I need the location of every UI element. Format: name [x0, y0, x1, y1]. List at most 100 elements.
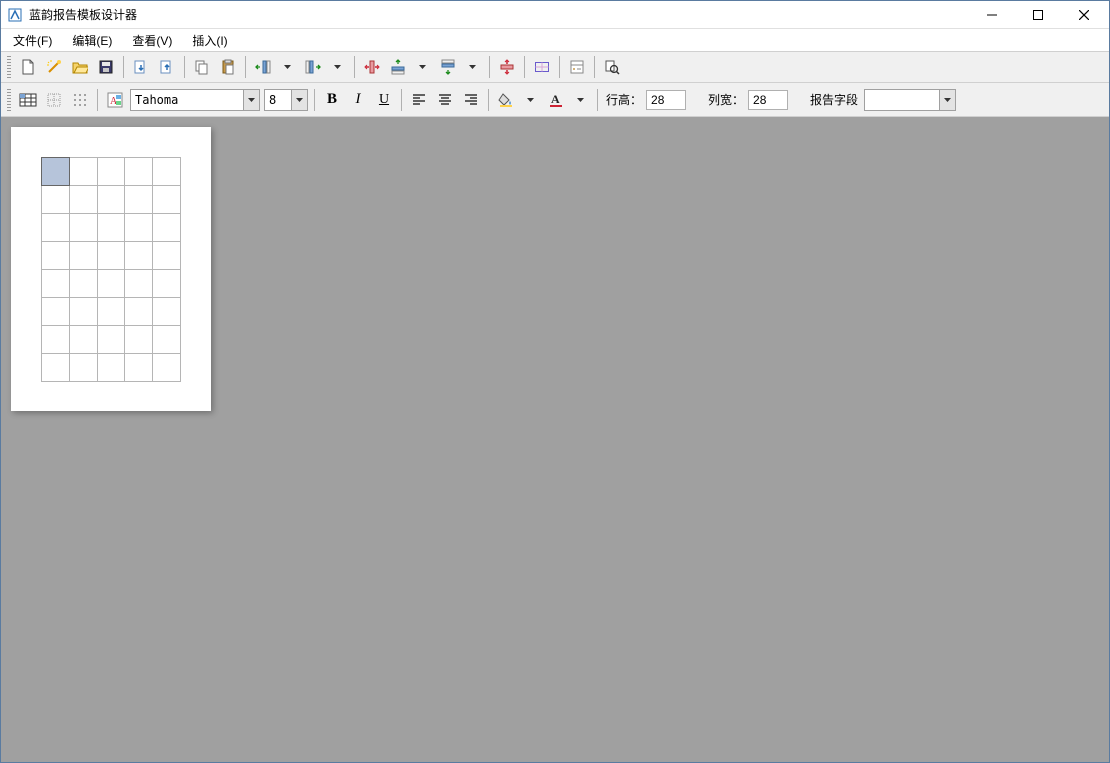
- grid-cell[interactable]: [125, 298, 153, 326]
- cell-format-button[interactable]: [16, 88, 40, 112]
- grid-cell[interactable]: [125, 354, 153, 382]
- menu-edit[interactable]: 编辑(E): [66, 30, 118, 51]
- insert-row-below-dropdown[interactable]: [460, 55, 484, 79]
- grid-cell[interactable]: [153, 270, 181, 298]
- save-button[interactable]: [94, 55, 118, 79]
- insert-row-below-button[interactable]: [436, 55, 460, 79]
- print-preview-button[interactable]: [600, 55, 624, 79]
- copy-button[interactable]: [190, 55, 214, 79]
- separator: [524, 56, 525, 78]
- fill-color-button[interactable]: [494, 88, 518, 112]
- col-width-value: 28: [753, 93, 766, 107]
- report-page[interactable]: [11, 127, 211, 411]
- underline-button[interactable]: U: [372, 88, 396, 112]
- grid-cell[interactable]: [69, 242, 97, 270]
- wizard-button[interactable]: [42, 55, 66, 79]
- grid-cell[interactable]: [153, 158, 181, 186]
- font-color-dropdown[interactable]: [568, 88, 592, 112]
- borders-icon: [46, 92, 62, 108]
- insert-col-left-button[interactable]: [251, 55, 275, 79]
- report-field-combo[interactable]: [864, 89, 956, 111]
- grid-cell[interactable]: [125, 186, 153, 214]
- insert-col-left-dropdown[interactable]: [275, 55, 299, 79]
- fill-color-dropdown[interactable]: [518, 88, 542, 112]
- grid-cell[interactable]: [97, 242, 125, 270]
- grid-cell[interactable]: [97, 186, 125, 214]
- grid-cell[interactable]: [42, 214, 70, 242]
- menu-insert[interactable]: 插入(I): [186, 30, 233, 51]
- font-color-button[interactable]: A: [544, 88, 568, 112]
- grid-cell[interactable]: [69, 214, 97, 242]
- grid-cell[interactable]: [153, 186, 181, 214]
- grid-cell[interactable]: [69, 354, 97, 382]
- maximize-button[interactable]: [1015, 1, 1061, 29]
- grid-cell[interactable]: [42, 242, 70, 270]
- report-field-label: 报告字段: [806, 91, 862, 108]
- grid-cell[interactable]: [42, 326, 70, 354]
- row-height-input[interactable]: 28: [646, 90, 686, 110]
- grid-cell[interactable]: [125, 270, 153, 298]
- align-left-button[interactable]: [407, 88, 431, 112]
- bold-button[interactable]: B: [320, 88, 344, 112]
- grid-cell[interactable]: [125, 326, 153, 354]
- report-grid[interactable]: [41, 157, 181, 382]
- grid-cell[interactable]: [69, 158, 97, 186]
- grid-cell[interactable]: [153, 214, 181, 242]
- design-canvas[interactable]: [1, 117, 1109, 762]
- align-center-button[interactable]: [433, 88, 457, 112]
- print-preview-icon: [604, 59, 620, 75]
- menu-file[interactable]: 文件(F): [7, 30, 58, 51]
- grid-cell[interactable]: [153, 298, 181, 326]
- close-button[interactable]: [1061, 1, 1107, 29]
- grid-cell[interactable]: [97, 214, 125, 242]
- col-width-input[interactable]: 28: [748, 90, 788, 110]
- delete-row-button[interactable]: [495, 55, 519, 79]
- font-name-combo[interactable]: Tahoma: [130, 89, 260, 111]
- grid-cell[interactable]: [125, 242, 153, 270]
- grid-cell[interactable]: [125, 158, 153, 186]
- merge-cells-button[interactable]: [530, 55, 554, 79]
- grid-cell[interactable]: [153, 326, 181, 354]
- open-button[interactable]: [68, 55, 92, 79]
- new-button[interactable]: [16, 55, 40, 79]
- grid-cell[interactable]: [153, 354, 181, 382]
- menu-view[interactable]: 查看(V): [126, 30, 178, 51]
- properties-button[interactable]: [565, 55, 589, 79]
- grid-cell[interactable]: [97, 298, 125, 326]
- align-right-icon: [463, 92, 479, 108]
- borders-button[interactable]: [42, 88, 66, 112]
- align-right-button[interactable]: [459, 88, 483, 112]
- italic-button[interactable]: I: [346, 88, 370, 112]
- grid-cell[interactable]: [42, 158, 70, 186]
- delete-col-button[interactable]: [360, 55, 384, 79]
- grid-cell[interactable]: [97, 270, 125, 298]
- insert-col-right-button[interactable]: [301, 55, 325, 79]
- grid-cell[interactable]: [69, 326, 97, 354]
- font-name-value: Tahoma: [131, 93, 182, 107]
- grid-cell[interactable]: [42, 270, 70, 298]
- grid-cell[interactable]: [69, 186, 97, 214]
- minimize-button[interactable]: [969, 1, 1015, 29]
- insert-row-above-dropdown[interactable]: [410, 55, 434, 79]
- grid-cell[interactable]: [97, 326, 125, 354]
- insert-row-above-button[interactable]: [386, 55, 410, 79]
- grid-cell[interactable]: [69, 270, 97, 298]
- grid-cell[interactable]: [153, 242, 181, 270]
- grid-cell[interactable]: [97, 354, 125, 382]
- grid-cell[interactable]: [42, 298, 70, 326]
- grid-cell[interactable]: [69, 298, 97, 326]
- font-preview-icon: A: [107, 92, 123, 108]
- separator: [97, 89, 98, 111]
- grid-cell[interactable]: [125, 214, 153, 242]
- font-picker-button[interactable]: A: [103, 88, 127, 112]
- export-icon: [159, 59, 175, 75]
- grid-toggle-button[interactable]: [68, 88, 92, 112]
- paste-button[interactable]: [216, 55, 240, 79]
- grid-cell[interactable]: [97, 158, 125, 186]
- import-button[interactable]: [129, 55, 153, 79]
- grid-cell[interactable]: [42, 354, 70, 382]
- insert-col-right-dropdown[interactable]: [325, 55, 349, 79]
- grid-cell[interactable]: [42, 186, 70, 214]
- export-button[interactable]: [155, 55, 179, 79]
- font-size-combo[interactable]: 8: [264, 89, 308, 111]
